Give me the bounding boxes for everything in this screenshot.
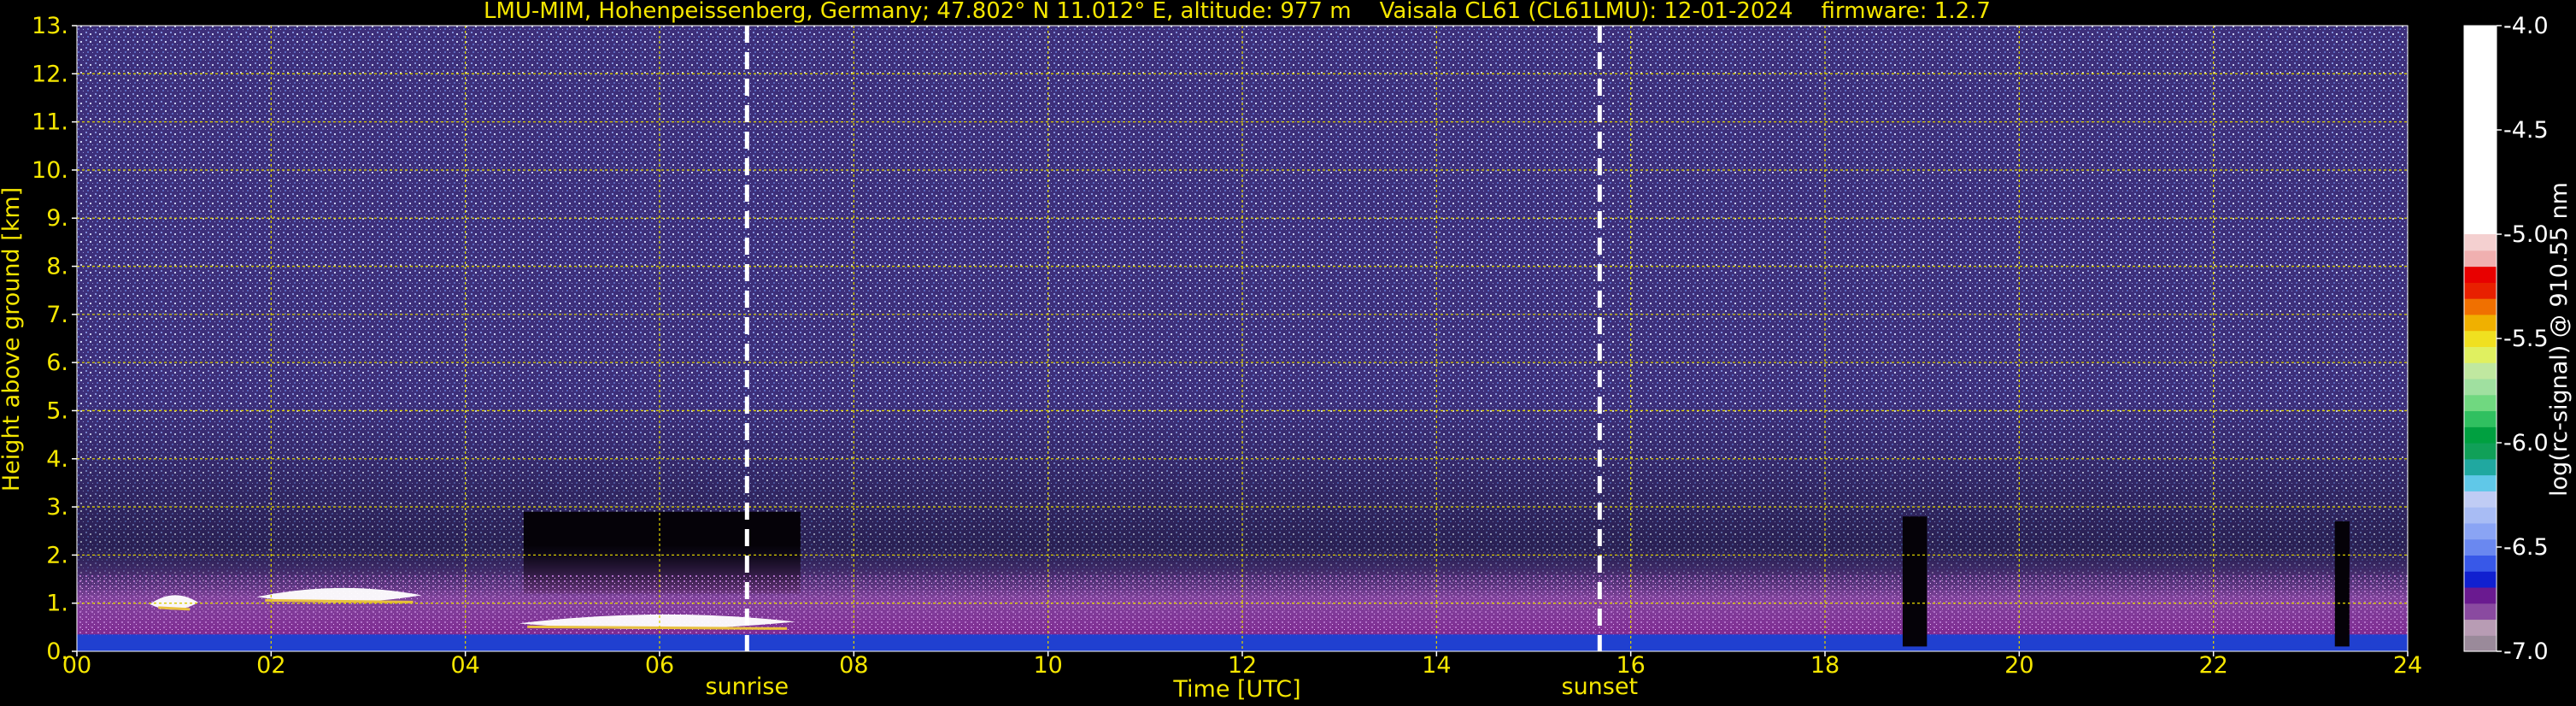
y-tick-label: 9. — [46, 205, 68, 232]
y-tick-label: 13. — [32, 13, 68, 39]
colorbar-segment — [2464, 266, 2497, 283]
x-tick-label: 12 — [1228, 652, 1257, 679]
y-tick-label: 3. — [46, 494, 68, 521]
x-tick-label: 08 — [839, 652, 868, 679]
sunrise-label: sunrise — [706, 674, 789, 700]
colorbar-segment — [2464, 250, 2497, 268]
colorbar-label: log(rc-signal) @ 910.55 nm — [2546, 182, 2573, 497]
x-tick-label: 10 — [1033, 652, 1062, 679]
y-tick-label: 7. — [46, 302, 68, 328]
chart-title: LMU-MIM, Hohenpeissenberg, Germany; 47.8… — [484, 0, 1991, 24]
colorbar-segment — [2464, 555, 2497, 572]
colorbar-tick-label: -7.0 — [2503, 638, 2549, 665]
x-axis-ticks: 00 02 04 06 08 10 12 14 16 18 20 22 24 — [62, 651, 2422, 679]
colorbar-tick-label: -5.0 — [2503, 221, 2549, 248]
colorbar-segment — [2464, 635, 2497, 652]
x-tick-label: 14 — [1422, 652, 1451, 679]
colorbar-segment — [2464, 522, 2497, 540]
colorbar-segment — [2464, 491, 2497, 508]
lidar-backscatter-chart: sunrise sunset 00 02 04 06 08 10 12 14 16 18 20 22 24… — [0, 0, 2573, 703]
y-axis-ticks: 0. 1. 2. 3. 4. 5. 6. 7. 8. 9. 10. 11. 12. 13. — [32, 13, 77, 665]
colorbar-segment — [2464, 330, 2497, 347]
colorbar-tick-label: -5.5 — [2503, 326, 2549, 352]
colorbar-segment — [2464, 427, 2497, 444]
y-axis-label: Height above ground [km] — [0, 187, 25, 491]
colorbar-segment — [2464, 571, 2497, 588]
y-tick-label: 5. — [46, 397, 68, 424]
colorbar-segment — [2464, 26, 2497, 234]
colorbar-segment — [2464, 362, 2497, 379]
y-tick-label: 12. — [32, 61, 68, 87]
signal-gap-column — [2334, 521, 2350, 647]
y-tick-label: 10. — [32, 157, 68, 184]
colorbar-segment — [2464, 298, 2497, 315]
y-tick-label: 1. — [46, 591, 68, 617]
colorbar-tick-label: -6.0 — [2503, 430, 2549, 456]
colorbar-segment — [2464, 346, 2497, 363]
y-tick-label: 0. — [46, 638, 68, 665]
colorbar-segment — [2464, 282, 2497, 299]
x-tick-label: 22 — [2198, 652, 2227, 679]
colorbar-segment — [2464, 314, 2497, 332]
x-tick-label: 02 — [256, 652, 285, 679]
colorbar-segment — [2464, 378, 2497, 396]
cloud-layer-edge — [527, 625, 788, 630]
colorbar-segment — [2464, 394, 2497, 412]
colorbar-segment — [2464, 538, 2497, 556]
colorbar-segment — [2464, 474, 2497, 491]
cloud-layer-edge — [158, 606, 191, 611]
colorbar-segment — [2464, 234, 2497, 251]
colorbar-tick-label: -4.0 — [2503, 13, 2549, 39]
x-tick-label: 18 — [1810, 652, 1840, 679]
x-tick-label: 20 — [2004, 652, 2033, 679]
colorbar-tick-label: -6.5 — [2503, 534, 2549, 561]
x-tick-label: 24 — [2393, 652, 2422, 679]
x-tick-label: 04 — [450, 652, 479, 679]
colorbar-segment — [2464, 443, 2497, 460]
cloud-layer-edge — [265, 598, 414, 603]
x-tick-label: 16 — [1616, 652, 1645, 679]
colorbar-segment — [2464, 458, 2497, 476]
colorbar-segment — [2464, 410, 2497, 427]
colorbar-segment — [2464, 507, 2497, 524]
colorbar-segment — [2464, 619, 2497, 636]
colorbar-tick-label: -4.5 — [2503, 117, 2549, 144]
colorbar: -4.0 -4.5 -5.0 -5.5 -6.0 -6.5 -7.0 — [2463, 13, 2549, 665]
colorbar-segment — [2464, 586, 2497, 604]
x-axis-label: Time [UTC] — [1172, 676, 1300, 703]
colorbar-segment — [2464, 603, 2497, 621]
y-tick-label: 2. — [46, 542, 68, 568]
y-tick-label: 6. — [46, 350, 68, 376]
signal-gap-column — [1902, 516, 1928, 647]
y-tick-label: 11. — [32, 109, 68, 136]
y-tick-label: 4. — [46, 446, 68, 473]
y-tick-label: 8. — [46, 254, 68, 280]
x-tick-label: 06 — [645, 652, 674, 679]
